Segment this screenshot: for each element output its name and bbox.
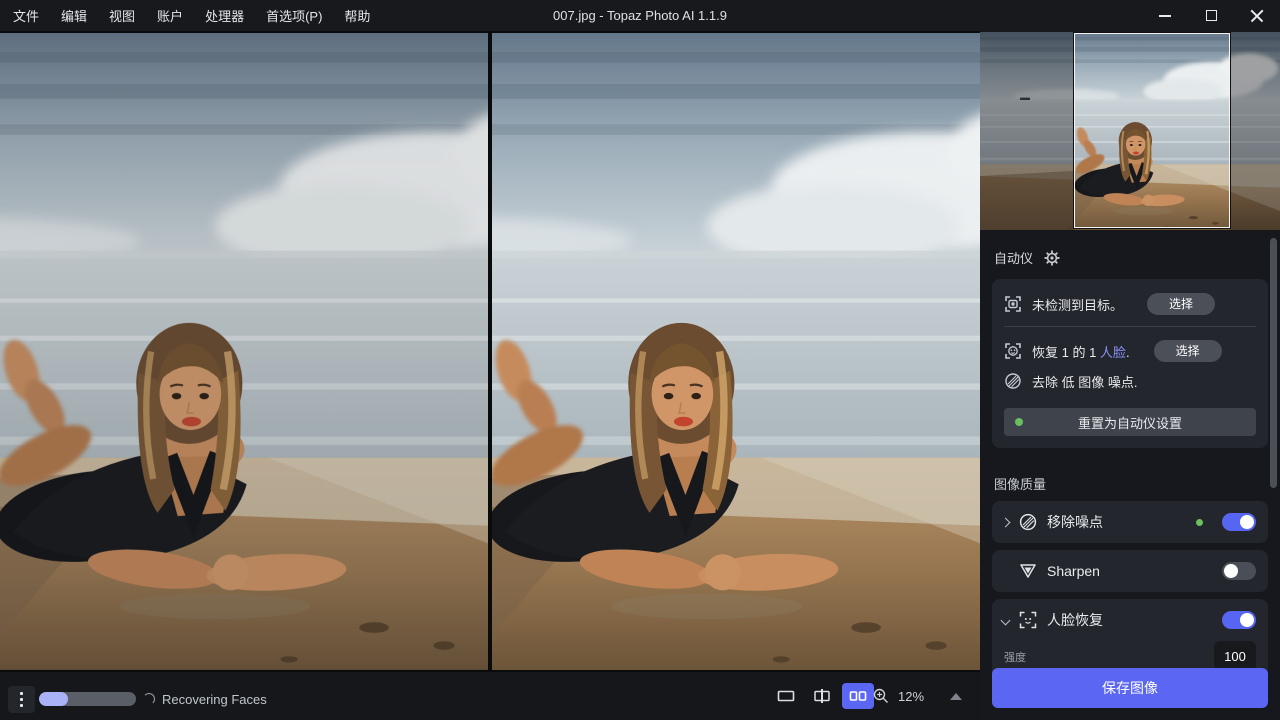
zoom-level: 12% <box>898 689 924 704</box>
strength-value-input[interactable]: 100 <box>1214 641 1256 671</box>
settings-panel: 自动仪 <box>980 31 1280 720</box>
split-view-icon <box>812 686 832 706</box>
panel-scrollbar[interactable] <box>1270 238 1277 488</box>
zoom-dropdown-icon[interactable] <box>950 693 962 700</box>
remove-noise-header[interactable]: 移除噪点 <box>992 501 1268 543</box>
face-count-link[interactable]: 人脸 <box>1100 345 1126 360</box>
side-by-side-view-icon <box>848 686 868 706</box>
maximize-icon <box>1206 10 1217 21</box>
subject-detection-text: 未检测到目标。 <box>1032 295 1123 314</box>
save-image-button[interactable]: 保存图像 <box>992 668 1268 708</box>
navigator-dim-right <box>1230 32 1280 230</box>
menu-file[interactable]: 文件 <box>4 2 48 29</box>
maximize-button[interactable] <box>1188 0 1234 31</box>
spinner-icon <box>143 693 155 705</box>
split-view-button[interactable] <box>806 683 838 709</box>
side-by-side-view-button[interactable] <box>842 683 874 709</box>
sharpen-icon <box>1018 561 1038 581</box>
single-view-button[interactable] <box>770 683 802 709</box>
autopilot-dot <box>1196 519 1203 526</box>
statusbar: Recovering Faces <box>0 672 980 720</box>
noise-removal-row: 去除 低 图像 噪点. <box>1004 366 1256 396</box>
face-detection-text: 恢复 1 的 1 人脸. <box>1032 342 1130 361</box>
sharpen-label: Sharpen <box>1047 563 1213 579</box>
vertical-dots-icon <box>20 692 23 695</box>
subject-detect-icon <box>1004 295 1022 313</box>
autopilot-header: 自动仪 <box>980 240 1280 277</box>
queue-menu-button[interactable] <box>8 686 35 713</box>
navigator-thumbnail[interactable] <box>980 32 1280 230</box>
reset-autopilot-button[interactable]: 重置为自动仪设置 <box>1004 408 1256 436</box>
autopilot-title: 自动仪 <box>994 248 1033 267</box>
face-detect-icon <box>1004 342 1022 360</box>
image-quality-title: 图像质量 <box>980 448 1280 501</box>
progress-bar <box>39 692 136 706</box>
navigator-viewport-rect[interactable] <box>1074 33 1230 228</box>
chevron-down-icon[interactable] <box>1001 615 1011 625</box>
remove-noise-icon <box>1018 512 1038 532</box>
menu-account[interactable]: 账户 <box>148 2 192 29</box>
sharpen-toggle[interactable] <box>1222 562 1256 580</box>
settings-scroll-area: 自动仪 <box>980 240 1280 693</box>
menu-processor[interactable]: 处理器 <box>196 2 253 29</box>
noise-removal-text: 去除 低 图像 噪点. <box>1032 372 1137 391</box>
sharpen-card: Sharpen <box>992 550 1268 592</box>
navigator-dim-left <box>980 32 1074 230</box>
autopilot-status-dot <box>1015 418 1023 426</box>
face-recovery-toggle[interactable] <box>1222 611 1256 629</box>
view-mode-buttons <box>770 683 874 709</box>
remove-noise-label: 移除噪点 <box>1047 512 1187 532</box>
sharpen-header[interactable]: Sharpen <box>992 550 1268 592</box>
divider <box>1004 326 1256 327</box>
menubar: 文件 编辑 视图 账户 处理器 首选项(P) 帮助 <box>0 2 379 29</box>
window-controls <box>1142 0 1280 31</box>
remove-noise-card: 移除噪点 <box>992 501 1268 543</box>
autopilot-summary-card: 未检测到目标。 选择 恢复 1 的 1 人脸. 选择 <box>992 279 1268 448</box>
face-recovery-label: 人脸恢复 <box>1047 610 1213 630</box>
single-view-icon <box>776 686 796 706</box>
window-title: 007.jpg - Topaz Photo AI 1.1.9 <box>553 8 727 23</box>
menu-help[interactable]: 帮助 <box>335 2 379 29</box>
menu-edit[interactable]: 编辑 <box>52 2 96 29</box>
subject-detection-row: 未检测到目标。 选择 <box>1004 289 1256 319</box>
titlebar: 文件 编辑 视图 账户 处理器 首选项(P) 帮助 007.jpg - Topa… <box>0 0 1280 31</box>
zoom-control[interactable]: 12% <box>872 683 972 709</box>
close-button[interactable] <box>1234 0 1280 31</box>
chevron-right-icon[interactable] <box>1001 517 1011 527</box>
progress-label: Recovering Faces <box>162 692 267 707</box>
minimize-button[interactable] <box>1142 0 1188 31</box>
image-compare-area <box>0 31 980 672</box>
remove-noise-toggle[interactable] <box>1222 513 1256 531</box>
after-image-pane[interactable] <box>492 33 980 670</box>
face-select-button[interactable]: 选择 <box>1154 340 1222 362</box>
menu-preferences[interactable]: 首选项(P) <box>257 2 331 29</box>
face-recovery-header[interactable]: 人脸恢复 <box>992 599 1268 641</box>
before-image-pane[interactable] <box>0 33 488 670</box>
noise-icon <box>1004 372 1022 390</box>
face-recovery-icon <box>1018 610 1038 630</box>
gear-icon[interactable] <box>1043 249 1061 267</box>
topaz-photo-ai-window: 文件 编辑 视图 账户 处理器 首选项(P) 帮助 007.jpg - Topa… <box>0 0 1280 720</box>
close-icon <box>1250 9 1264 23</box>
subject-select-button[interactable]: 选择 <box>1147 293 1215 315</box>
zoom-in-icon <box>872 687 890 705</box>
face-detection-row: 恢复 1 的 1 人脸. 选择 <box>1004 336 1256 366</box>
menu-view[interactable]: 视图 <box>100 2 144 29</box>
minimize-icon <box>1159 15 1171 17</box>
progress-fill <box>39 692 68 706</box>
